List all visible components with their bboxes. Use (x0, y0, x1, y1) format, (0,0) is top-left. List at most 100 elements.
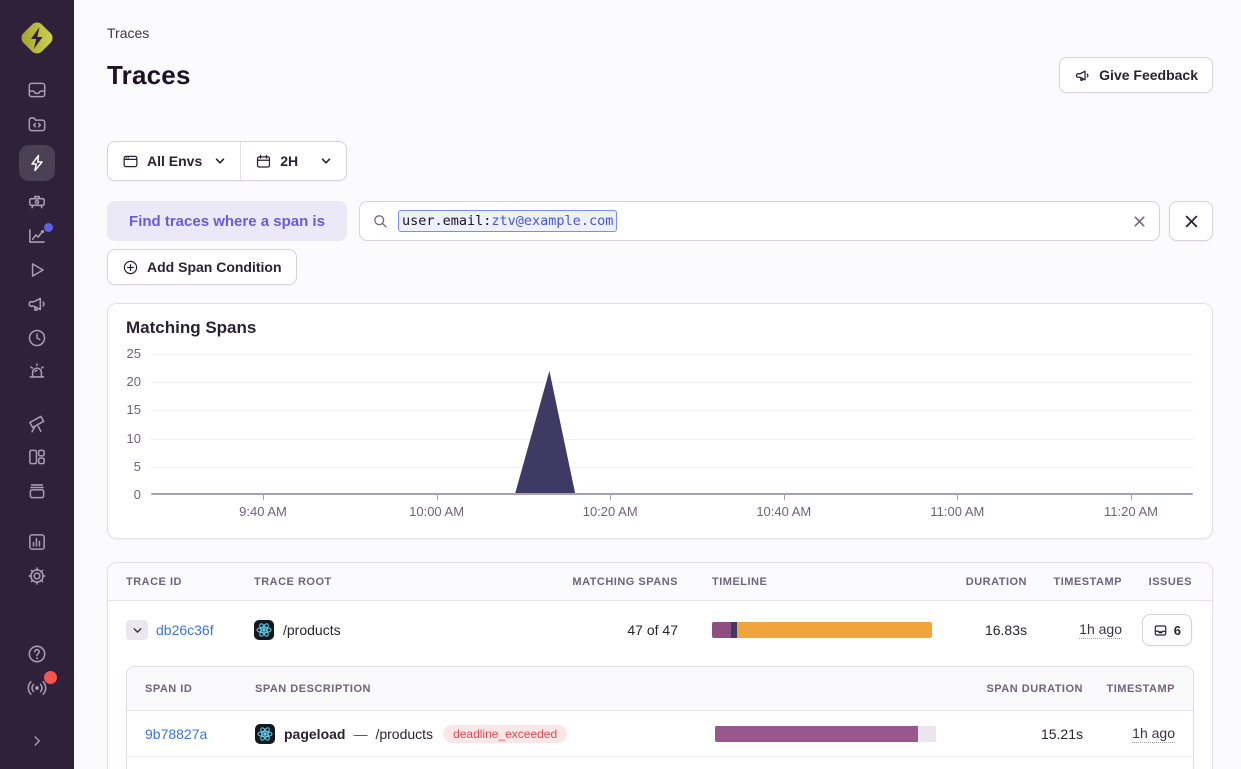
give-feedback-label: Give Feedback (1099, 67, 1198, 83)
history-clock-icon (26, 327, 48, 349)
app-root: Traces Traces Give Feedback All Envs (0, 0, 1241, 769)
add-span-condition-label: Add Span Condition (147, 259, 282, 275)
filter-bar: All Envs 2H (107, 93, 1213, 181)
col-trace-id: Trace ID (126, 576, 254, 588)
sidebar-item-inbox[interactable] (19, 76, 55, 104)
search-query-token[interactable]: user.email:ztv@example.com (398, 210, 617, 232)
sidebar-item-broadcast[interactable] (19, 674, 55, 702)
remove-condition-button[interactable] (1169, 201, 1213, 241)
trace-timestamp: 1h ago (1079, 621, 1122, 639)
matching-spans-panel: Matching Spans 0510152025 9:40 AM10:00 A… (107, 303, 1213, 539)
chart-y-axis: 0510152025 (108, 304, 144, 538)
clear-search-button[interactable] (1132, 202, 1147, 240)
megaphone-icon (26, 293, 48, 315)
environment-filter[interactable]: All Envs (108, 142, 240, 180)
trace-issues-count: 6 (1174, 623, 1181, 638)
issues-icon (1153, 623, 1168, 638)
sentry-logo[interactable] (15, 16, 59, 60)
environment-filter-label: All Envs (147, 153, 202, 169)
span-id-link[interactable]: 9b78827a (145, 726, 207, 742)
chart-plot[interactable]: 9:40 AM10:00 AM10:20 AM10:40 AM11:00 AM1… (151, 354, 1193, 495)
sidebar-item-megaphone[interactable] (19, 290, 55, 318)
give-feedback-button[interactable]: Give Feedback (1059, 57, 1213, 93)
col-trace-root: Trace Root (254, 576, 534, 588)
react-icon (254, 620, 274, 640)
chevron-down-icon (214, 155, 226, 167)
trace-timeline-bar (712, 622, 932, 638)
trace-duration: 16.83s (936, 622, 1027, 638)
col-issues: Issues (1122, 576, 1192, 588)
telescope-icon (26, 412, 48, 434)
collapse-trace-button[interactable] (126, 620, 148, 640)
breadcrumb[interactable]: Traces (107, 25, 149, 41)
sidebar-item-bar-chart[interactable] (19, 528, 55, 556)
trace-id-link[interactable]: db26c36f (156, 622, 214, 638)
sidebar-item-history[interactable] (19, 324, 55, 352)
lightning-icon (27, 153, 47, 173)
spans-table: Span ID Span Description Span Duration T… (126, 666, 1194, 769)
close-icon (1183, 213, 1200, 230)
help-icon (26, 643, 48, 665)
trace-root-label: /products (283, 622, 341, 638)
search-icon (372, 213, 389, 230)
traces-table-header: Trace ID Trace Root Matching Spans Timel… (108, 563, 1212, 601)
sidebar-collapse-button[interactable] (19, 727, 55, 755)
notification-dot-blue (44, 223, 53, 232)
col-matching-spans: Matching Spans (534, 576, 678, 588)
siren-icon (26, 361, 48, 383)
code-folder-icon (26, 113, 48, 135)
col-span-duration: Span Duration (936, 683, 1083, 695)
time-range-filter[interactable]: 2H (240, 142, 346, 180)
tray-icon (26, 480, 48, 502)
trace-issues-button[interactable]: 6 (1142, 614, 1192, 646)
col-span-description: Span Description (255, 683, 715, 695)
col-duration: Duration (936, 576, 1027, 588)
bar-chart-icon (26, 531, 48, 553)
expanded-trace-section: Span ID Span Description Span Duration T… (108, 659, 1212, 769)
play-icon (26, 259, 48, 281)
sidebar-item-code-folder[interactable] (19, 110, 55, 138)
sidebar-item-telescope[interactable] (19, 409, 55, 437)
query-value: ztv@example.com (491, 213, 613, 229)
sidebar-item-projector[interactable] (19, 188, 55, 216)
chevron-down-icon (320, 155, 332, 167)
span-description: /products (375, 726, 433, 742)
calendar-icon (255, 153, 272, 170)
chevron-down-icon (132, 625, 143, 636)
page-title: Traces (107, 60, 191, 91)
sidebar (0, 0, 74, 769)
trace-row: db26c36f /products 47 of 47 (108, 601, 1212, 659)
window-icon (122, 153, 139, 170)
col-timestamp: Timestamp (1027, 576, 1122, 588)
chevron-right-icon (28, 732, 46, 750)
add-span-condition-button[interactable]: Add Span Condition (107, 249, 297, 285)
sidebar-item-tray[interactable] (19, 477, 55, 505)
close-icon (1132, 214, 1147, 229)
sidebar-item-help[interactable] (19, 640, 55, 668)
span-condition-label: Find traces where a span is (107, 201, 347, 241)
separator: — (353, 726, 367, 742)
sidebar-item-gear[interactable] (19, 562, 55, 590)
sidebar-item-lightning[interactable] (19, 145, 55, 181)
span-condition-row: Find traces where a span is user.email:z… (107, 201, 1213, 241)
sidebar-item-play[interactable] (19, 256, 55, 284)
span-op: pageload (284, 726, 345, 742)
search-input[interactable]: user.email:ztv@example.com (359, 201, 1160, 241)
sidebar-item-layout-grid[interactable] (19, 443, 55, 471)
chart-title: Matching Spans (126, 318, 256, 338)
sidebar-item-siren[interactable] (19, 358, 55, 386)
query-key: user.email: (402, 213, 491, 229)
spans-table-header: Span ID Span Description Span Duration T… (127, 667, 1193, 711)
span-duration: 15.21s (936, 726, 1083, 742)
span-status-badge: deadline_exceeded (443, 725, 567, 743)
layout-grid-icon (26, 446, 48, 468)
title-row: Traces Give Feedback (107, 57, 1213, 93)
col-span-timestamp: Timestamp (1083, 683, 1175, 695)
page-filter-group: All Envs 2H (107, 141, 347, 181)
react-icon (255, 724, 275, 744)
span-row: 9b78827a pageload (127, 711, 1193, 756)
sidebar-item-line-chart[interactable] (19, 222, 55, 250)
matching-spans-value: 47 of 47 (534, 622, 678, 638)
projector-icon (26, 191, 48, 213)
notification-dot-red (44, 671, 57, 684)
